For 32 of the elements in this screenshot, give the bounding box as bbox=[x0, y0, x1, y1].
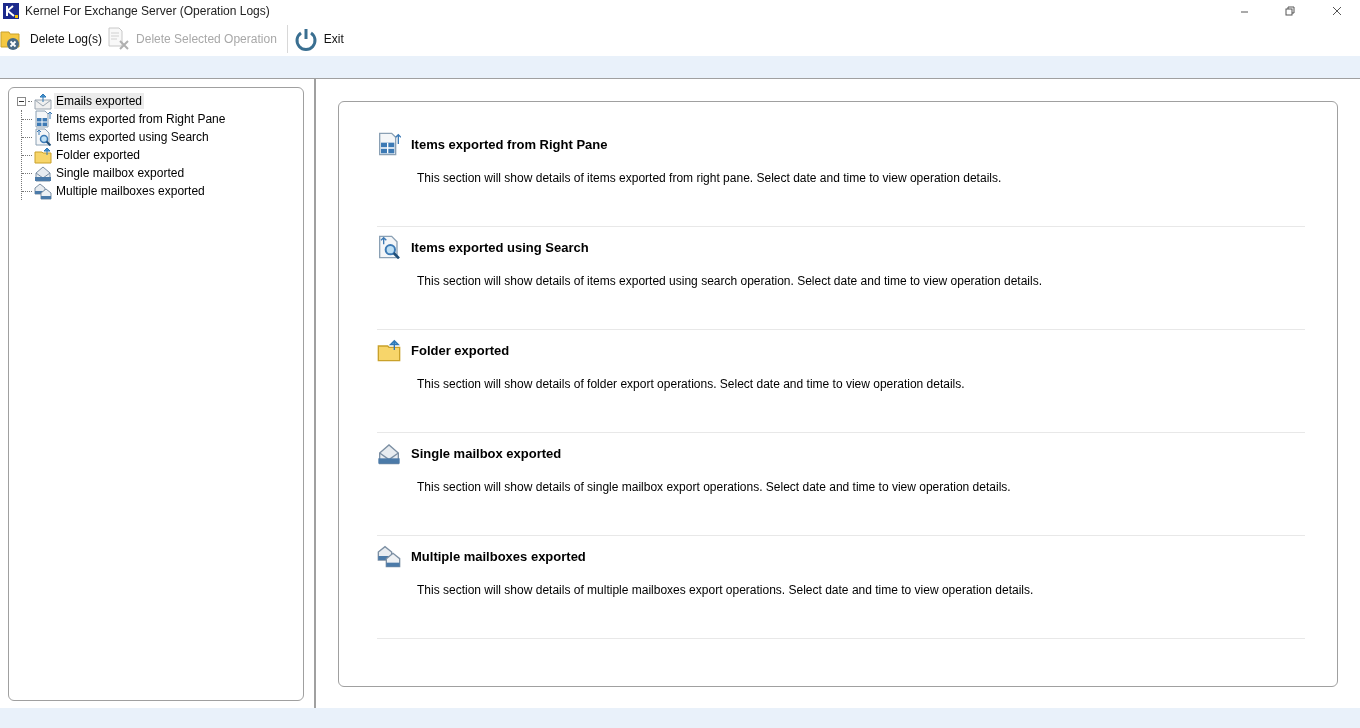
section-title: Multiple mailboxes exported bbox=[411, 548, 586, 564]
mailboxes-icon bbox=[34, 182, 52, 200]
pane-icon bbox=[377, 132, 401, 156]
delete-operation-icon bbox=[106, 27, 131, 51]
section-title: Items exported from Right Pane bbox=[411, 136, 608, 152]
section-description: This section will show details of items exported using search operation. Select date and time to view operation details. bbox=[417, 274, 1043, 288]
pane-icon bbox=[34, 110, 52, 128]
collapse-toggle[interactable] bbox=[17, 96, 26, 106]
tree-item[interactable]: Multiple mailboxes exported bbox=[54, 183, 207, 199]
tree-item[interactable]: Folder exported bbox=[54, 147, 143, 163]
tree-item[interactable]: Single mailbox exported bbox=[54, 165, 187, 181]
section-description: This section will show details of folder export operations. Select date and time to view operation details. bbox=[417, 377, 966, 391]
app-logo-icon bbox=[3, 3, 19, 19]
section-title: Items exported using Search bbox=[411, 239, 589, 255]
mail-upload-icon bbox=[34, 92, 52, 110]
section-description: This section will show details of items exported from right pane. Select date and time to view operation details. bbox=[417, 171, 1003, 185]
delete-log-button[interactable]: Delete Log(s) bbox=[0, 24, 107, 54]
tree-item[interactable]: Items exported from Right Pane bbox=[54, 111, 228, 127]
section-title: Folder exported bbox=[411, 342, 510, 358]
search-icon bbox=[34, 128, 52, 146]
exit-button[interactable]: Exit bbox=[293, 24, 348, 54]
folder-icon bbox=[377, 338, 401, 362]
section-description: This section will show details of multiple mailboxes export operations. Select date and time to view operation details. bbox=[417, 583, 1035, 597]
section-title: Single mailbox exported bbox=[411, 445, 562, 461]
window-title: Kernel For Exchange Server (Operation Logs) bbox=[25, 4, 271, 18]
tree-item[interactable]: Emails exported bbox=[54, 93, 145, 109]
folder-icon bbox=[34, 146, 52, 164]
search-icon bbox=[377, 235, 401, 259]
exit-icon bbox=[293, 27, 318, 51]
mailboxes-icon bbox=[377, 544, 401, 568]
section-description: This section will show details of single mailbox export operations. Select date and time to view operation details. bbox=[417, 480, 1012, 494]
tree-item[interactable]: Items exported using Search bbox=[54, 129, 211, 145]
